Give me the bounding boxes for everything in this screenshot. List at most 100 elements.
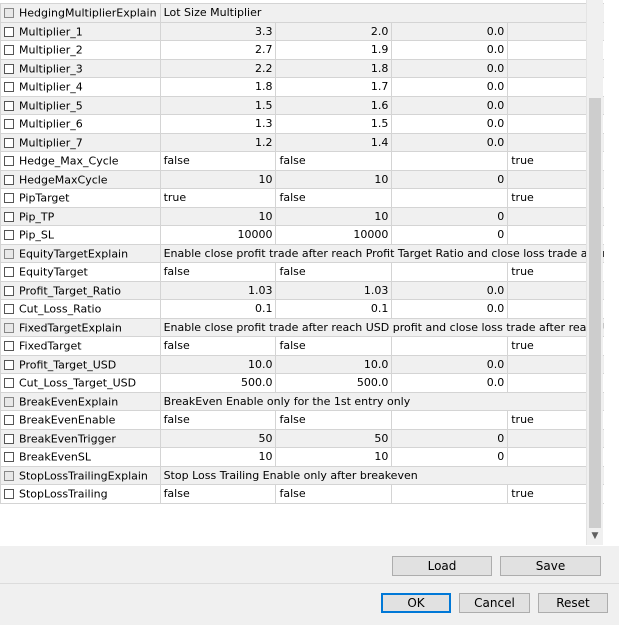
value-cell[interactable]: false bbox=[159, 410, 277, 430]
optimize-checkbox[interactable] bbox=[4, 489, 14, 499]
load-button[interactable]: Load bbox=[392, 556, 492, 576]
start-cell[interactable]: 1.03 bbox=[275, 280, 393, 300]
step-cell[interactable]: 0 bbox=[391, 206, 509, 226]
value-cell[interactable]: false bbox=[159, 151, 277, 171]
optimize-checkbox[interactable] bbox=[4, 100, 14, 111]
step-cell[interactable] bbox=[391, 484, 509, 504]
step-cell[interactable]: 0.0 bbox=[391, 114, 509, 134]
step-cell[interactable]: 0.0 bbox=[391, 280, 509, 300]
start-cell[interactable]: 10 bbox=[275, 169, 393, 189]
start-cell[interactable]: 10.0 bbox=[275, 354, 393, 374]
optimize-checkbox[interactable] bbox=[4, 119, 14, 129]
value-cell[interactable]: 10 bbox=[159, 447, 277, 467]
start-cell[interactable]: 1.6 bbox=[275, 95, 393, 115]
start-cell[interactable]: 500.0 bbox=[275, 373, 393, 393]
step-cell[interactable]: 0.0 bbox=[391, 77, 509, 97]
cancel-button[interactable]: Cancel bbox=[459, 593, 530, 613]
optimize-checkbox[interactable] bbox=[4, 378, 14, 388]
reset-button[interactable]: Reset bbox=[538, 593, 608, 613]
start-cell[interactable]: false bbox=[275, 151, 393, 171]
optimize-checkbox[interactable] bbox=[4, 248, 14, 259]
value-cell[interactable]: 10 bbox=[159, 206, 277, 226]
start-cell[interactable]: 50 bbox=[275, 428, 393, 448]
step-cell[interactable] bbox=[391, 151, 509, 171]
value-cell[interactable]: 1.3 bbox=[159, 114, 277, 134]
value-cell[interactable]: 0.1 bbox=[159, 299, 277, 319]
step-cell[interactable]: 0.0 bbox=[391, 58, 509, 78]
optimize-checkbox[interactable] bbox=[4, 137, 14, 148]
step-cell[interactable] bbox=[391, 336, 509, 356]
optimize-checkbox[interactable] bbox=[4, 63, 14, 74]
value-cell[interactable]: 1.2 bbox=[159, 132, 277, 152]
save-button[interactable]: Save bbox=[500, 556, 601, 576]
scrollbar-thumb[interactable] bbox=[589, 98, 601, 528]
value-cell[interactable]: 10000 bbox=[159, 225, 277, 245]
value-cell[interactable]: false bbox=[159, 336, 277, 356]
step-cell[interactable]: 0.0 bbox=[391, 95, 509, 115]
optimize-checkbox[interactable] bbox=[4, 452, 14, 462]
vertical-scrollbar[interactable]: ▼ bbox=[586, 0, 603, 545]
start-cell[interactable]: 0.1 bbox=[275, 299, 393, 319]
optimize-checkbox[interactable] bbox=[4, 174, 14, 185]
step-cell[interactable] bbox=[391, 188, 509, 208]
start-cell[interactable]: false bbox=[275, 336, 393, 356]
value-cell[interactable]: 1.5 bbox=[159, 95, 277, 115]
optimize-checkbox[interactable] bbox=[4, 433, 14, 444]
value-cell[interactable]: 50 bbox=[159, 428, 277, 448]
optimize-checkbox[interactable] bbox=[4, 211, 14, 222]
optimize-checkbox[interactable] bbox=[4, 267, 14, 277]
optimize-checkbox[interactable] bbox=[4, 82, 14, 92]
value-cell[interactable]: 10.0 bbox=[159, 354, 277, 374]
optimize-checkbox[interactable] bbox=[4, 470, 14, 481]
step-cell[interactable]: 0 bbox=[391, 169, 509, 189]
step-cell[interactable]: 0.0 bbox=[391, 132, 509, 152]
start-cell[interactable]: 1.9 bbox=[275, 40, 393, 60]
step-cell[interactable]: 0 bbox=[391, 428, 509, 448]
optimize-checkbox[interactable] bbox=[4, 322, 14, 333]
optimize-checkbox[interactable] bbox=[4, 45, 14, 55]
optimize-checkbox[interactable] bbox=[4, 396, 14, 407]
start-cell[interactable]: false bbox=[275, 410, 393, 430]
start-cell[interactable]: 1.8 bbox=[275, 58, 393, 78]
step-cell[interactable] bbox=[391, 262, 509, 282]
step-cell[interactable]: 0.0 bbox=[391, 40, 509, 60]
start-cell[interactable]: 1.7 bbox=[275, 77, 393, 97]
optimize-checkbox[interactable] bbox=[4, 8, 14, 18]
start-cell[interactable]: 2.0 bbox=[275, 21, 393, 41]
ok-button[interactable]: OK bbox=[381, 593, 451, 613]
value-cell[interactable]: false bbox=[159, 484, 277, 504]
value-cell[interactable]: 1.03 bbox=[159, 280, 277, 300]
value-cell[interactable]: false bbox=[159, 262, 277, 282]
optimize-checkbox[interactable] bbox=[4, 304, 14, 314]
optimize-checkbox[interactable] bbox=[4, 156, 14, 166]
optimize-checkbox[interactable] bbox=[4, 359, 14, 370]
chevron-down-icon[interactable]: ▼ bbox=[587, 528, 603, 545]
optimize-checkbox[interactable] bbox=[4, 193, 14, 203]
start-cell[interactable]: false bbox=[275, 262, 393, 282]
step-cell[interactable]: 0 bbox=[391, 447, 509, 467]
step-cell[interactable]: 0 bbox=[391, 225, 509, 245]
start-cell[interactable]: 10 bbox=[275, 447, 393, 467]
value-cell[interactable]: 1.8 bbox=[159, 77, 277, 97]
start-cell[interactable]: false bbox=[275, 188, 393, 208]
optimize-checkbox[interactable] bbox=[4, 341, 14, 351]
value-cell[interactable]: 2.2 bbox=[159, 58, 277, 78]
start-cell[interactable]: 1.5 bbox=[275, 114, 393, 134]
start-cell[interactable]: 10 bbox=[275, 206, 393, 226]
value-cell[interactable]: true bbox=[159, 188, 277, 208]
value-cell[interactable]: 3.3 bbox=[159, 21, 277, 41]
optimize-checkbox[interactable] bbox=[4, 26, 14, 37]
value-cell[interactable]: 2.7 bbox=[159, 40, 277, 60]
value-cell[interactable]: 500.0 bbox=[159, 373, 277, 393]
start-cell[interactable]: 10000 bbox=[275, 225, 393, 245]
optimize-checkbox[interactable] bbox=[4, 415, 14, 425]
step-cell[interactable]: 0.0 bbox=[391, 299, 509, 319]
step-cell[interactable]: 0.0 bbox=[391, 354, 509, 374]
step-cell[interactable]: 0.0 bbox=[391, 373, 509, 393]
start-cell[interactable]: false bbox=[275, 484, 393, 504]
optimize-checkbox[interactable] bbox=[4, 230, 14, 240]
optimize-checkbox[interactable] bbox=[4, 285, 14, 296]
step-cell[interactable]: 0.0 bbox=[391, 21, 509, 41]
value-cell[interactable]: 10 bbox=[159, 169, 277, 189]
start-cell[interactable]: 1.4 bbox=[275, 132, 393, 152]
